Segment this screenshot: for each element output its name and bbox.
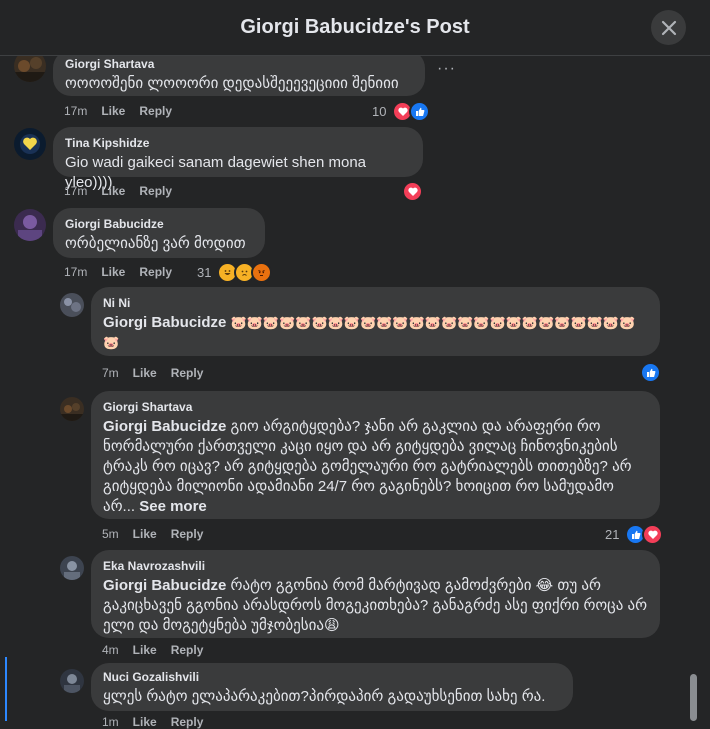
- reply-button[interactable]: Reply: [139, 184, 172, 198]
- avatar[interactable]: [14, 128, 46, 160]
- reply-button[interactable]: Reply: [171, 643, 204, 657]
- like-button[interactable]: Like: [101, 104, 125, 118]
- like-button[interactable]: Like: [133, 366, 157, 380]
- comment-timestamp[interactable]: 17m: [64, 104, 87, 118]
- comment-actions: 7m Like Reply: [102, 366, 203, 380]
- scrollbar-thumb[interactable]: [690, 674, 697, 721]
- avatar[interactable]: [60, 293, 84, 317]
- see-more-link[interactable]: See more: [139, 498, 207, 515]
- comment-timestamp[interactable]: 5m: [102, 527, 119, 541]
- comment-actions: 4m Like Reply: [102, 643, 203, 657]
- mention-link[interactable]: Giorgi Babucidze: [103, 418, 226, 435]
- reply-button[interactable]: Reply: [171, 715, 204, 729]
- comment-author[interactable]: Giorgi Shartava: [103, 399, 648, 415]
- reaction-summary[interactable]: 31: [197, 262, 273, 283]
- comment-text: ორბელიანზე ვარ მოდით: [65, 235, 246, 252]
- comment-bubble: Giorgi Babucidze ორბელიანზე ვარ მოდით: [53, 208, 265, 258]
- avatar[interactable]: [60, 669, 84, 693]
- comment-author[interactable]: Tina Kipshidze: [65, 135, 411, 151]
- reaction-summary[interactable]: 21: [605, 524, 664, 545]
- comment-timestamp[interactable]: 1m: [102, 715, 119, 729]
- like-button[interactable]: Like: [133, 715, 157, 729]
- comment-actions: 17m Like Reply: [64, 265, 172, 279]
- comment-author[interactable]: Ni Ni: [103, 295, 648, 311]
- reply-button[interactable]: Reply: [139, 265, 172, 279]
- comment-text-wrap: Giorgi Babucidze 🐷🐷🐷🐷🐷🐷🐷🐷🐷🐷🐷🐷🐷🐷🐷🐷🐷🐷🐷🐷🐷🐷🐷…: [103, 313, 648, 353]
- like-button[interactable]: Like: [133, 527, 157, 541]
- comment-text: ოოოოშენი ლოოორი დედასშეეევეციიი შენიიი: [65, 75, 399, 92]
- comment-timestamp[interactable]: 17m: [64, 265, 87, 279]
- comment-actions: 1m Like Reply: [102, 715, 203, 729]
- love-reaction-icon: [402, 181, 423, 202]
- comment-text-wrap: Giorgi Babucidze რატო გგონია რომ მარტივა…: [103, 576, 648, 636]
- comment-author[interactable]: Giorgi Shartava: [65, 56, 413, 72]
- reply-button[interactable]: Reply: [139, 104, 172, 118]
- comment-bubble: Eka Navrozashvili Giorgi Babucidze რატო …: [91, 550, 660, 638]
- post-dialog-header: Giorgi Babucidze's Post: [0, 0, 710, 56]
- reaction-count: 21: [605, 527, 620, 542]
- reaction-summary[interactable]: [402, 181, 423, 202]
- like-button[interactable]: Like: [101, 265, 125, 279]
- comment-bubble: Ni Ni Giorgi Babucidze 🐷🐷🐷🐷🐷🐷🐷🐷🐷🐷🐷🐷🐷🐷🐷🐷🐷…: [91, 287, 660, 356]
- comment-timestamp[interactable]: 7m: [102, 366, 119, 380]
- avatar[interactable]: [14, 209, 46, 241]
- focused-reply-indicator: [5, 657, 7, 721]
- reply-button[interactable]: Reply: [171, 366, 204, 380]
- reaction-summary[interactable]: 10: [372, 101, 431, 122]
- avatar[interactable]: [60, 397, 84, 421]
- comment-timestamp[interactable]: 4m: [102, 643, 119, 657]
- comment-text: ყლეს რატო ელაპარაკებით?პირდაპირ გადაუხსე…: [103, 688, 546, 705]
- comment-bubble: Giorgi Shartava ოოოოშენი ლოოორი დედასშეე…: [53, 50, 425, 96]
- like-reaction-icon: [640, 362, 661, 383]
- comment-bubble: Giorgi Shartava Giorgi Babucidze გიო არგ…: [91, 391, 660, 519]
- love-reaction-icon: [642, 524, 664, 545]
- close-icon: [661, 20, 676, 35]
- comment-author[interactable]: Giorgi Babucidze: [65, 216, 253, 232]
- comment-bubble: Tina Kipshidze Gio wadi gaikeci sanam da…: [53, 127, 423, 191]
- like-button[interactable]: Like: [133, 643, 157, 657]
- comment-actions: 17m Like Reply: [64, 104, 172, 118]
- close-button[interactable]: [651, 10, 686, 45]
- reply-button[interactable]: Reply: [171, 527, 204, 541]
- angry-reaction-icon: [251, 262, 273, 283]
- comment-text-wrap: Giorgi Babucidze გიო არგიტყდება? ჯანი არ…: [103, 417, 648, 517]
- mention-link[interactable]: Giorgi Babucidze: [103, 314, 226, 331]
- comment-actions: 5m Like Reply: [102, 527, 203, 541]
- more-options-icon[interactable]: ···: [437, 60, 456, 78]
- comment-author[interactable]: Nuci Gozalishvili: [103, 669, 561, 685]
- avatar[interactable]: [60, 556, 84, 580]
- like-reaction-icon: [409, 101, 431, 122]
- reaction-count: 31: [197, 265, 212, 280]
- scrollbar-track[interactable]: [688, 56, 710, 721]
- comment-timestamp[interactable]: 17m: [64, 184, 87, 198]
- comment-bubble: Nuci Gozalishvili ყლეს რატო ელაპარაკებით…: [91, 663, 573, 711]
- comment-author[interactable]: Eka Navrozashvili: [103, 558, 648, 574]
- like-button[interactable]: Like: [101, 184, 125, 198]
- comment-actions: 17m Like Reply: [64, 184, 172, 198]
- dialog-title: Giorgi Babucidze's Post: [240, 16, 470, 38]
- reaction-count: 10: [372, 104, 387, 119]
- reaction-summary[interactable]: [640, 362, 661, 383]
- mention-link[interactable]: Giorgi Babucidze: [103, 577, 226, 594]
